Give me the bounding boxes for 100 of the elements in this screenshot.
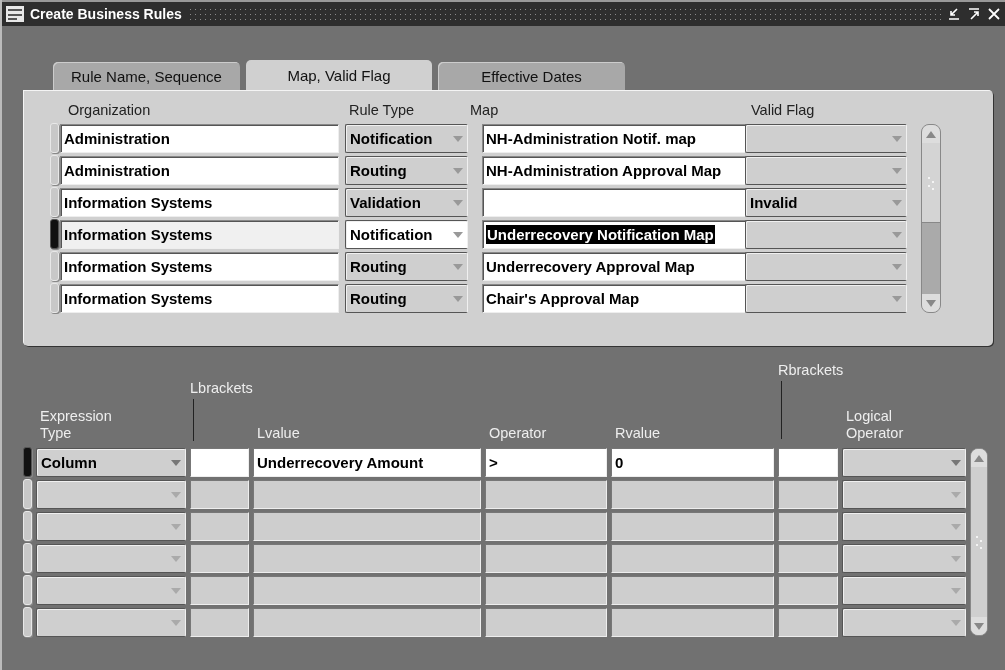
tab[interactable]: Effective Dates [438,62,625,90]
valid-flag-dropdown[interactable] [745,284,907,313]
lbrackets-field[interactable] [190,480,249,509]
rule-type-dropdown[interactable]: Validation [345,188,468,217]
rule-type-dropdown[interactable]: Routing [345,284,468,313]
minimize-icon[interactable] [947,7,961,21]
rbrackets-field[interactable] [778,544,838,573]
caret-icon [951,459,961,466]
caret-icon [171,587,181,594]
scroll-down-icon[interactable] [974,622,984,630]
lvalue-field[interactable] [253,576,481,605]
operator-field[interactable]: > [485,448,607,477]
caret-icon [892,135,902,142]
scrollbar[interactable] [970,448,988,636]
lbrackets-field[interactable] [190,544,249,573]
rule-type-dropdown[interactable]: Notification [345,124,468,153]
logical-operator-dropdown[interactable] [842,512,966,541]
column-header: Operator [488,425,548,442]
caret-icon [453,135,463,142]
caret-icon [171,619,181,626]
row-indicator[interactable] [50,219,59,249]
operator-field[interactable] [485,608,607,637]
lvalue-field[interactable] [253,512,481,541]
rbrackets-field[interactable] [778,480,838,509]
rvalue-field[interactable]: 0 [611,448,774,477]
lbrackets-field[interactable] [190,576,249,605]
logical-operator-dropdown[interactable] [842,544,966,573]
valid-flag-dropdown[interactable] [745,124,907,153]
column-header: Lbrackets [190,380,253,397]
operator-field[interactable] [485,512,607,541]
scroll-thumb[interactable] [922,143,940,223]
rbrackets-field[interactable] [778,608,838,637]
logical-operator-dropdown[interactable] [842,480,966,509]
caret-icon [892,263,902,270]
selected-text: Underrecovery Notification Map [486,225,715,244]
leader-line [781,381,782,439]
leader-line [193,399,194,441]
column-header: Expression Type [39,408,113,442]
expression-type-dropdown[interactable] [36,608,186,637]
rbrackets-field[interactable] [778,512,838,541]
expression-type-dropdown[interactable] [36,512,186,541]
window-title: Create Business Rules [30,6,182,22]
rvalue-field[interactable] [611,576,774,605]
lvalue-field[interactable] [253,544,481,573]
grip-icon [975,535,983,549]
rvalue-field[interactable] [611,544,774,573]
lbrackets-field[interactable] [190,448,249,477]
rvalue-field[interactable] [611,608,774,637]
caret-icon [453,231,463,238]
caret-icon [951,587,961,594]
organization-field[interactable]: Administration [60,156,339,185]
expression-type-dropdown[interactable] [36,576,186,605]
valid-flag-dropdown[interactable] [745,220,907,249]
operator-field[interactable] [485,576,607,605]
column-header: Organization [67,102,152,120]
rule-type-dropdown[interactable]: Routing [345,156,468,185]
organization-field[interactable]: Information Systems [60,220,339,249]
caret-icon [892,199,902,206]
scroll-up-icon[interactable] [974,454,984,462]
lbrackets-field[interactable] [190,512,249,541]
operator-field[interactable] [485,544,607,573]
tab[interactable]: Rule Name, Sequence [53,62,240,90]
expression-type-dropdown[interactable] [36,480,186,509]
scroll-up-icon[interactable] [926,130,936,138]
maximize-icon[interactable] [967,7,981,21]
lvalue-field[interactable]: Underrecovery Amount [253,448,481,477]
rbrackets-field[interactable] [778,448,838,477]
valid-flag-dropdown[interactable]: Invalid [745,188,907,217]
logical-operator-dropdown[interactable] [842,576,966,605]
scrollbar[interactable] [921,124,941,313]
lvalue-field[interactable] [253,480,481,509]
rvalue-field[interactable] [611,480,774,509]
caret-icon [892,295,902,302]
operator-field[interactable] [485,480,607,509]
column-header: Valid Flag [750,102,816,120]
rule-type-dropdown[interactable]: Notification [345,220,468,249]
rule-type-dropdown[interactable]: Routing [345,252,468,281]
valid-flag-dropdown[interactable] [745,156,907,185]
rbrackets-field[interactable] [778,576,838,605]
column-header: Rule Type [348,102,416,120]
row-indicator[interactable] [23,447,32,477]
rvalue-field[interactable] [611,512,774,541]
organization-field[interactable]: Information Systems [60,188,339,217]
caret-icon [453,295,463,302]
organization-field[interactable]: Administration [60,124,339,153]
lvalue-field[interactable] [253,608,481,637]
organization-field[interactable]: Information Systems [60,284,339,313]
caret-icon [453,199,463,206]
caret-icon [951,523,961,530]
organization-field[interactable]: Information Systems [60,252,339,281]
valid-flag-dropdown[interactable] [745,252,907,281]
tab[interactable]: Map, Valid Flag [246,60,432,90]
logical-operator-dropdown[interactable] [842,448,966,477]
caret-icon [951,619,961,626]
expression-type-dropdown[interactable] [36,544,186,573]
close-icon[interactable] [987,7,1001,21]
logical-operator-dropdown[interactable] [842,608,966,637]
lbrackets-field[interactable] [190,608,249,637]
expression-type-dropdown[interactable]: Column [36,448,186,477]
scroll-down-icon[interactable] [926,299,936,307]
